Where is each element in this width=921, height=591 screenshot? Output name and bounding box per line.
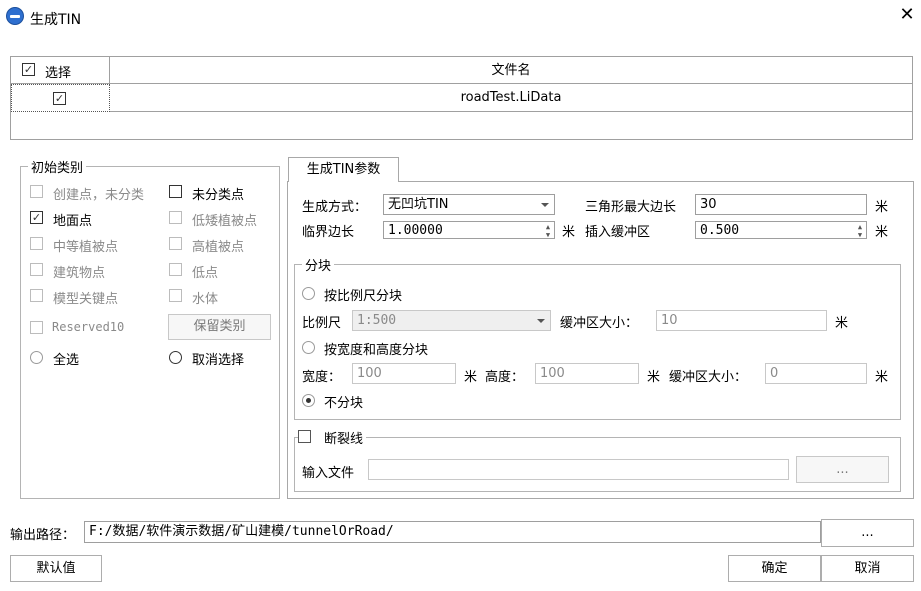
height-label: 高度： [485, 370, 525, 385]
checkbox-low-vegetation [169, 211, 182, 224]
scale-label: 比例尺 [302, 316, 342, 331]
keep-class-button: 保留类别 [168, 314, 271, 340]
tiling-legend: 分块 [305, 259, 332, 274]
max-edge-unit: 米 [875, 200, 889, 215]
label-by-wh: 按宽度和高度分块 [324, 343, 429, 358]
height-unit: 米 [647, 370, 661, 385]
checkbox-water [169, 289, 182, 302]
width-unit: 米 [464, 370, 478, 385]
table-row-filename[interactable]: roadTest.LiData [110, 84, 912, 112]
buffer-insert-value: 0.500 [700, 223, 740, 238]
checkbox-medium-vegetation [30, 237, 43, 250]
breakline-checkbox[interactable] [298, 430, 311, 443]
width-input: 100 [352, 363, 456, 384]
checkbox-unclassified[interactable] [169, 185, 182, 198]
radio-select-all[interactable] [30, 351, 43, 364]
label-building: 建筑物点 [53, 266, 106, 281]
boundary-unit: 米 [562, 225, 576, 240]
height-input: 100 [535, 363, 639, 384]
window-title: 生成TIN [30, 12, 82, 28]
radio-by-scale[interactable] [302, 287, 315, 300]
checkbox-model-key-point [30, 289, 43, 302]
buffer-insert-stepper[interactable]: 0.500 ▲ ▼ [695, 221, 867, 239]
buffer-size2-label: 缓冲区大小： [669, 370, 748, 385]
default-button[interactable]: 默认值 [10, 555, 102, 582]
checkbox-building [30, 263, 43, 276]
header-filename[interactable]: 文件名 [110, 57, 912, 84]
breakline-input-field [368, 459, 789, 480]
checkbox-ground[interactable]: ✓ [30, 211, 43, 224]
label-select-all: 全选 [53, 353, 80, 368]
label-model-key-point: 模型关键点 [53, 292, 119, 307]
label-low-vegetation: 低矮植被点 [192, 214, 258, 229]
buffer-size-unit: 米 [835, 316, 849, 331]
header-select-label: 选择 [45, 66, 72, 81]
chevron-down-icon [537, 319, 545, 323]
width-label: 宽度： [302, 370, 342, 385]
breakline-browse-button: ... [796, 456, 889, 483]
cancel-button[interactable]: 取消 [821, 555, 914, 582]
row-select-checkbox[interactable]: ✓ [53, 92, 66, 105]
buffer-insert-unit: 米 [875, 225, 889, 240]
label-high-vegetation: 高植被点 [192, 240, 245, 255]
radio-no-tile[interactable] [302, 394, 315, 407]
label-by-scale: 按比例尺分块 [324, 289, 403, 304]
buffer-size2-unit: 米 [875, 370, 889, 385]
ok-button[interactable]: 确定 [728, 555, 821, 582]
checkbox-created-unclassified [30, 185, 43, 198]
buffer-insert-label: 插入缓冲区 [585, 225, 651, 240]
max-edge-label: 三角形最大边长 [585, 200, 677, 215]
scale-select: 1:500 [352, 310, 551, 331]
label-unclassified: 未分类点 [192, 188, 245, 203]
checkbox-low-point [169, 263, 182, 276]
label-water: 水体 [192, 292, 219, 307]
boundary-value: 1.00000 [388, 223, 443, 238]
output-path-input[interactable]: F:/数据/软件演示数据/矿山建模/tunnelOrRoad/ [84, 521, 821, 543]
radio-deselect-all[interactable] [169, 351, 182, 364]
buffer-size-label: 缓冲区大小： [560, 316, 639, 331]
buffer-size2-input: 0 [765, 363, 867, 384]
output-path-label: 输出路径： [10, 528, 76, 543]
tiling-group: 分块 [294, 255, 901, 420]
output-browse-button[interactable]: ... [821, 519, 914, 547]
boundary-label: 临界边长 [302, 225, 355, 240]
label-deselect-all: 取消选择 [192, 353, 245, 368]
file-table: ✓ 选择 文件名 ✓ roadTest.LiData [10, 56, 913, 140]
checkbox-reserved10 [30, 321, 43, 334]
label-medium-vegetation: 中等植被点 [53, 240, 119, 255]
checkbox-high-vegetation [169, 237, 182, 250]
spin-arrows-icon[interactable]: ▲ ▼ [544, 223, 552, 238]
breakline-input-label: 输入文件 [302, 466, 355, 481]
label-ground: 地面点 [53, 214, 93, 229]
close-icon[interactable]: ✕ [896, 4, 918, 26]
initial-class-legend: 初始类别 [31, 161, 84, 176]
table-row-select-cell[interactable]: ✓ [11, 84, 110, 112]
gen-method-label: 生成方式： [302, 200, 368, 215]
gen-method-value: 无凹坑TIN [388, 197, 449, 212]
buffer-size-input: 10 [656, 310, 827, 331]
chevron-down-icon [541, 203, 549, 207]
label-reserved10: Reserved10 [52, 320, 125, 334]
radio-by-wh[interactable] [302, 341, 315, 354]
scale-value: 1:500 [357, 313, 397, 328]
gen-method-select[interactable]: 无凹坑TIN [383, 194, 555, 215]
max-edge-input[interactable]: 30 [695, 194, 867, 215]
spin-arrows-icon[interactable]: ▲ ▼ [856, 223, 864, 238]
header-select-cell[interactable]: ✓ 选择 [11, 57, 110, 84]
header-select-checkbox[interactable]: ✓ [22, 63, 35, 76]
tab-tin-params[interactable]: 生成TIN参数 [288, 157, 399, 182]
label-low-point: 低点 [192, 266, 219, 281]
label-no-tile: 不分块 [324, 396, 364, 411]
boundary-stepper[interactable]: 1.00000 ▲ ▼ [383, 221, 555, 239]
label-created-unclassified: 创建点，未分类 [53, 188, 145, 203]
app-logo-icon [6, 7, 24, 25]
breakline-legend: 断裂线 [324, 432, 364, 447]
